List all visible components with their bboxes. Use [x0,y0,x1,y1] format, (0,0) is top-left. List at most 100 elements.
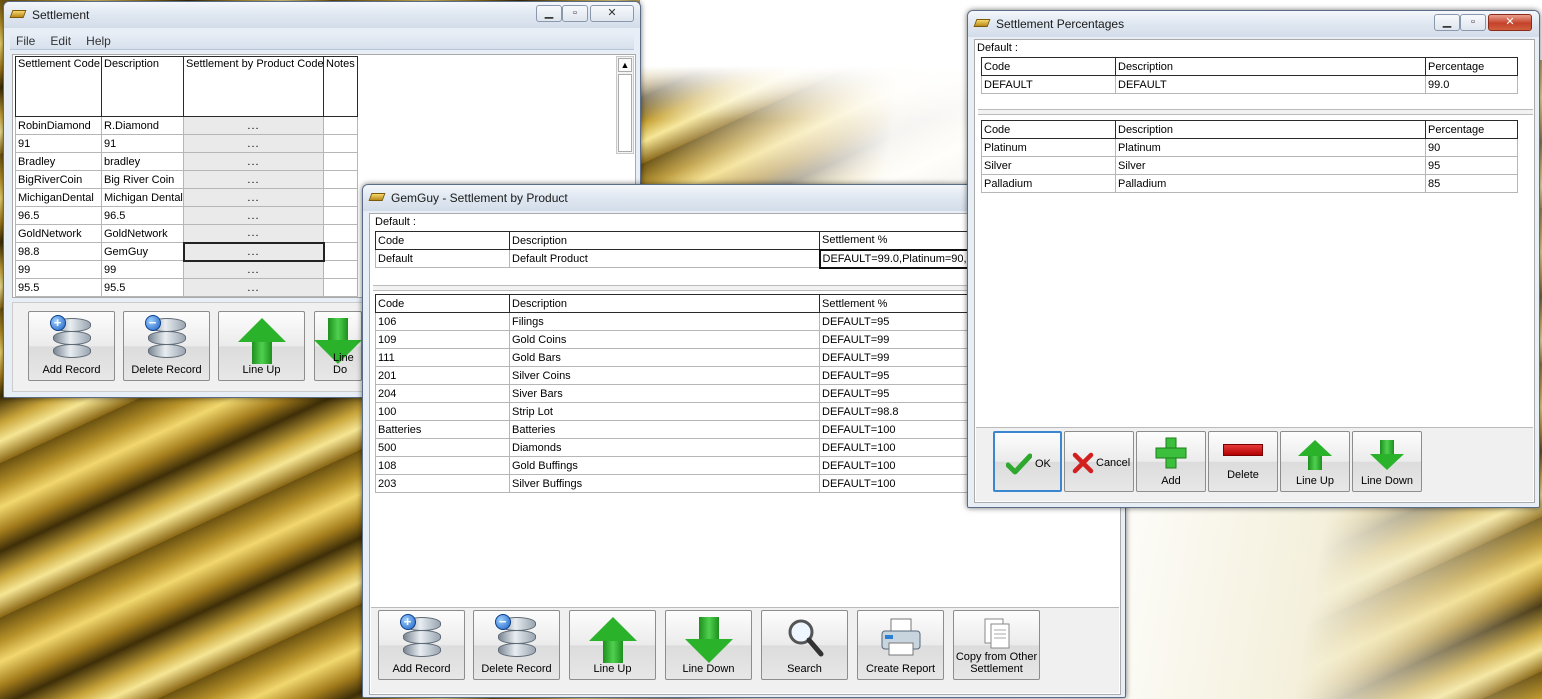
column-header[interactable]: Notes [323,56,358,117]
cell-percentage[interactable]: 99.0 [1425,75,1518,94]
cell-code[interactable]: Palladium [981,174,1116,193]
product-code-button[interactable]: ... [182,241,325,262]
cell-code[interactable]: 99 [15,260,102,279]
cell-description[interactable]: R.Diamond [101,116,184,135]
cell-notes[interactable] [323,152,358,171]
cell-settlement-percent[interactable]: DEFAULT=99.0,Platinum=90,S [818,248,977,269]
cell-description[interactable]: GoldNetwork [101,224,184,243]
table-row[interactable]: Palladium Palladium 85 [981,174,1518,193]
product-code-button[interactable]: ... [183,134,324,153]
cell-description[interactable]: DEFAULT [1115,75,1426,94]
add-record-button[interactable]: + Add Record [378,610,465,680]
cell-description[interactable]: Platinum [1115,138,1426,157]
product-code-button[interactable]: ... [183,260,324,279]
column-header[interactable]: Code [981,120,1116,139]
column-header[interactable]: Code [981,57,1116,76]
column-header[interactable]: Settlement by Product Code [183,56,324,117]
table-row[interactable]: 108 Gold Buffings DEFAULT=100 [375,456,976,475]
cell-description[interactable]: Gold Buffings [509,456,820,475]
cell-notes[interactable] [323,134,358,153]
table-row[interactable]: RobinDiamond R.Diamond... [15,116,358,135]
menu-edit[interactable]: Edit [44,32,77,48]
cancel-button[interactable]: Cancel [1064,431,1134,492]
cell-settlement-percent[interactable]: DEFAULT=100 [819,420,976,439]
cell-code[interactable]: GoldNetwork [15,224,102,243]
table-row[interactable]: Silver Silver 95 [981,156,1518,175]
cell-code[interactable]: Bradley [15,152,102,171]
cell-description[interactable]: 91 [101,134,184,153]
cell-code[interactable]: Batteries [375,420,510,439]
close-icon[interactable]: ✕ [590,5,634,22]
table-row[interactable]: 111 Gold Bars DEFAULT=99 [375,348,976,367]
minimize-icon[interactable]: ▁ [536,5,562,22]
line-up-button[interactable]: Line Up [569,610,656,680]
cell-code[interactable]: 203 [375,474,510,493]
minimize-icon[interactable]: ▁ [1434,14,1460,31]
table-row[interactable]: 98.8 GemGuy... [15,241,358,262]
ok-button[interactable]: OK [993,431,1062,492]
line-up-button[interactable]: Line Up [1280,431,1350,492]
column-header[interactable]: Code [375,294,510,313]
cell-code[interactable]: 201 [375,366,510,385]
cell-description[interactable]: bradley [101,152,184,171]
cell-percentage[interactable]: 85 [1425,174,1518,193]
cell-code[interactable]: 91 [15,134,102,153]
line-down-button[interactable]: Line Down [665,610,752,680]
cell-percentage[interactable]: 95 [1425,156,1518,175]
cell-description[interactable]: Michigan Dental [101,188,184,207]
table-row[interactable]: 109 Gold Coins DEFAULT=99 [375,330,976,349]
cell-code[interactable]: 500 [375,438,510,457]
cell-code[interactable]: 106 [375,312,510,331]
table-row[interactable]: 100 Strip Lot DEFAULT=98.8 [375,402,976,421]
maximize-icon[interactable]: ▫ [1460,14,1486,31]
cell-description[interactable]: Strip Lot [509,402,820,421]
product-code-button[interactable]: ... [183,206,324,225]
cell-code[interactable]: 109 [375,330,510,349]
column-header[interactable]: Description [509,294,820,313]
column-header[interactable]: Percentage [1425,57,1518,76]
cell-settlement-percent[interactable]: DEFAULT=99 [819,330,976,349]
table-row[interactable]: MichiganDental Michigan Dental... [15,188,358,207]
product-code-button[interactable]: ... [183,152,324,171]
table-row[interactable]: 500 Diamonds DEFAULT=100 [375,438,976,457]
line-down-button[interactable]: Line Down [1352,431,1422,492]
table-row[interactable]: GoldNetwork GoldNetwork... [15,224,358,243]
cell-settlement-percent[interactable]: DEFAULT=100 [819,438,976,457]
product-code-button[interactable]: ... [183,278,324,297]
cell-settlement-percent[interactable]: DEFAULT=100 [819,456,976,475]
cell-code[interactable]: Platinum [981,138,1116,157]
column-header[interactable]: Description [1115,57,1426,76]
cell-settlement-percent[interactable]: DEFAULT=95 [819,384,976,403]
close-icon[interactable]: ✕ [1488,14,1532,31]
column-header[interactable]: Settlement % [819,294,976,313]
title-bar[interactable]: Settlement Percentages ▁ ▫ ✕ [968,11,1539,37]
column-header[interactable]: Code [375,231,510,250]
product-code-button[interactable]: ... [183,188,324,207]
maximize-icon[interactable]: ▫ [562,5,588,22]
cell-code[interactable]: 96.5 [15,206,102,225]
cell-settlement-percent[interactable]: DEFAULT=95 [819,312,976,331]
cell-settlement-percent[interactable]: DEFAULT=99 [819,348,976,367]
vertical-scrollbar[interactable]: ▲ [616,56,634,154]
product-code-button[interactable]: ... [183,170,324,189]
scroll-up-icon[interactable]: ▲ [618,58,632,72]
cell-description[interactable]: Silver Coins [509,366,820,385]
cell-code[interactable]: Default [375,249,510,268]
cell-percentage[interactable]: 90 [1425,138,1518,157]
cell-notes[interactable] [323,170,358,189]
table-row[interactable]: Platinum Platinum 90 [981,138,1518,157]
cell-notes[interactable] [323,224,358,243]
cell-description[interactable]: Gold Bars [509,348,820,367]
cell-notes[interactable] [323,278,358,297]
scroll-thumb[interactable] [618,74,632,152]
cell-settlement-percent[interactable]: DEFAULT=98.8 [819,402,976,421]
table-row[interactable]: 91 91... [15,134,358,153]
cell-description[interactable]: GemGuy [101,242,184,261]
line-up-button[interactable]: Line Up [218,311,305,381]
table-row[interactable]: BigRiverCoin Big River Coin... [15,170,358,189]
menu-file[interactable]: File [10,32,41,48]
cell-code[interactable]: BigRiverCoin [15,170,102,189]
cell-description[interactable]: Batteries [509,420,820,439]
table-row[interactable]: Batteries Batteries DEFAULT=100 [375,420,976,439]
cell-code[interactable]: RobinDiamond [15,116,102,135]
